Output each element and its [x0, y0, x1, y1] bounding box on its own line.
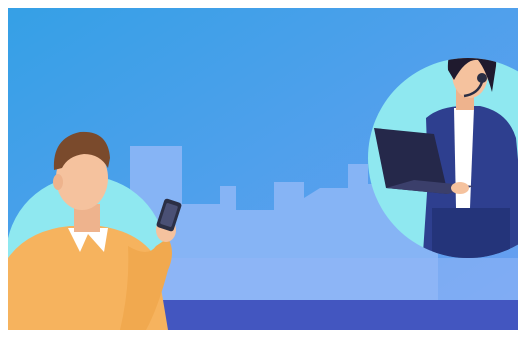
customer-support-illustration: [8, 8, 518, 330]
illustration-frame: [0, 0, 526, 338]
